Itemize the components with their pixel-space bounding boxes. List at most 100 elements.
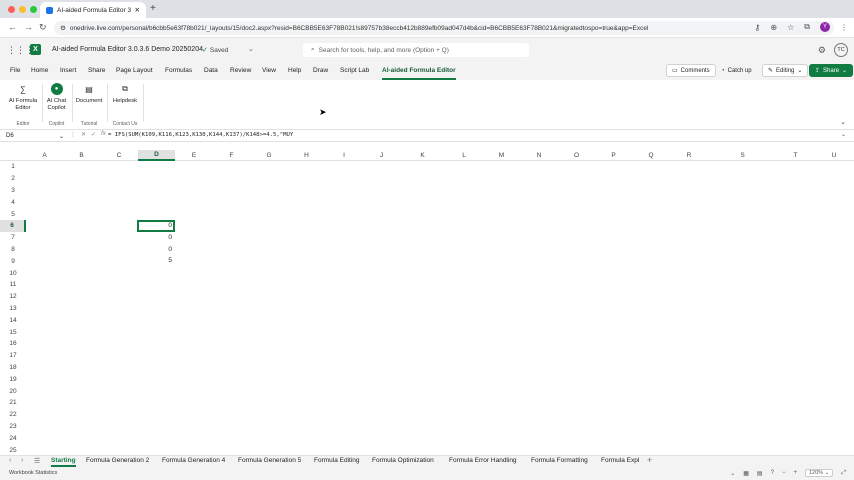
worksheet-grid[interactable] [26, 161, 854, 455]
reload-icon[interactable]: ↻ [39, 22, 47, 33]
formula-input[interactable]: = IFS(SUM(K109,K116,K123,K130,K144,K137)… [108, 132, 293, 138]
normal-view-icon[interactable]: ▦ [743, 470, 749, 477]
sheet-tab-formula-generation-5[interactable]: Formula Generation 5 [238, 457, 301, 467]
row-header-22[interactable]: 22 [0, 409, 26, 421]
column-header-b[interactable]: B [63, 150, 100, 161]
tab-view[interactable]: View [262, 67, 276, 74]
ai-formula-editor-button[interactable]: ∑ AI Formula Editor Editor [6, 83, 40, 128]
column-header-o[interactable]: O [558, 150, 595, 161]
sheet-tab-formula-generation-4[interactable]: Formula Generation 4 [162, 457, 225, 467]
tab-ai-aided-formula-editor[interactable]: AI-aided Formula Editor [382, 67, 456, 74]
tab-draw[interactable]: Draw [313, 67, 328, 74]
sheet-tab-formula-generation-2[interactable]: Formula Generation 2 [86, 457, 149, 467]
excel-logo-icon[interactable]: X [30, 44, 41, 55]
row-header-14[interactable]: 14 [0, 314, 26, 326]
workbook-statistics[interactable]: Workbook Statistics [9, 470, 57, 476]
back-icon[interactable]: ← [8, 22, 17, 32]
tab-script-lab[interactable]: Script Lab [340, 67, 369, 74]
fullscreen-icon[interactable]: ⤢ [841, 470, 846, 477]
row-header-15[interactable]: 15 [0, 326, 26, 338]
column-header-l[interactable]: L [445, 150, 483, 161]
close-tab-icon[interactable]: ✕ [135, 6, 140, 14]
address-bar[interactable]: ⚙ onedrive.live.com/personal/b6cbb5e63f7… [54, 21, 834, 35]
ai-chat-copilot-button[interactable]: ● AI Chat Copilot Copilot [44, 83, 69, 127]
forward-icon[interactable]: → [24, 22, 33, 32]
column-header-n[interactable]: N [520, 150, 558, 161]
tab-formulas[interactable]: Formulas [165, 67, 192, 74]
column-header-f[interactable]: F [213, 150, 250, 161]
browser-tab[interactable]: AI-aided Formula Editor 3.0.3... ✕ [40, 2, 146, 18]
previous-sheet-icon[interactable]: ‹ [9, 457, 11, 464]
column-header-d[interactable]: D [138, 150, 175, 161]
new-tab-button[interactable]: + [150, 3, 156, 14]
row-header-12[interactable]: 12 [0, 291, 26, 303]
row-header-10[interactable]: 10 [0, 267, 26, 279]
row-header-17[interactable]: 17 [0, 350, 26, 362]
column-header-u[interactable]: U [814, 150, 854, 161]
row-header-11[interactable]: 11 [0, 279, 26, 291]
active-cell[interactable] [137, 220, 175, 232]
gear-icon[interactable]: ⚙ [818, 45, 826, 56]
zoom-icon[interactable]: ⊕ [770, 23, 777, 32]
close-window-button[interactable] [8, 6, 15, 13]
sheet-tab-formula-editing[interactable]: Formula Editing [314, 457, 360, 467]
column-header-q[interactable]: Q [632, 150, 670, 161]
row-header-5[interactable]: 5 [0, 208, 26, 220]
zoom-level[interactable]: 120% ⌄ [804, 469, 834, 477]
bookmark-star-icon[interactable]: ☆ [787, 23, 794, 32]
column-header-c[interactable]: C [100, 150, 138, 161]
row-header-23[interactable]: 23 [0, 421, 26, 433]
zoom-in-icon[interactable]: + [793, 470, 797, 476]
row-header-6[interactable]: 6 [0, 220, 26, 232]
sheet-tab-formula-formatting[interactable]: Formula Formatting [531, 457, 588, 467]
row-header-19[interactable]: 19 [0, 373, 26, 385]
column-header-t[interactable]: T [777, 150, 814, 161]
chevron-down-icon[interactable]: ⌄ [840, 118, 846, 126]
cell-d9[interactable]: 5 [138, 255, 175, 267]
sheet-tab-starting[interactable]: Starting [51, 457, 76, 467]
row-header-3[interactable]: 3 [0, 185, 26, 197]
cell-d7[interactable]: 0 [138, 232, 175, 244]
chevron-down-icon[interactable]: ⌄ [730, 470, 735, 477]
document-title[interactable]: AI-aided Formula Editor 3.0.3.6 Demo 202… [52, 46, 203, 53]
row-header-13[interactable]: 13 [0, 303, 26, 315]
zoom-out-icon[interactable]: − [782, 470, 786, 476]
row-header-24[interactable]: 24 [0, 432, 26, 444]
chevron-down-icon[interactable]: ⌄ [248, 45, 254, 53]
maximize-window-button[interactable] [30, 6, 37, 13]
saved-status[interactable]: ✓ Saved [202, 46, 228, 55]
column-header-a[interactable]: A [26, 150, 63, 161]
chevron-down-icon[interactable]: ⌄ [841, 131, 846, 138]
column-header-e[interactable]: E [175, 150, 213, 161]
profile-avatar[interactable]: Y [820, 22, 830, 32]
comments-button[interactable]: ▭ Comments [666, 64, 716, 77]
insert-function-icon[interactable]: fx [101, 131, 106, 138]
column-header-s[interactable]: S [708, 150, 777, 161]
sheet-tab-formula-optimization[interactable]: Formula Optimization [372, 457, 434, 467]
more-icon[interactable]: ⋮ [70, 131, 76, 138]
sheet-tab-formula-error-handling[interactable]: Formula Error Handling [449, 457, 517, 467]
column-header-p[interactable]: P [595, 150, 632, 161]
row-header-18[interactable]: 18 [0, 362, 26, 374]
next-sheet-icon[interactable]: › [21, 457, 23, 464]
column-header-r[interactable]: R [670, 150, 708, 161]
enter-icon[interactable]: ✓ [91, 131, 96, 138]
tab-home[interactable]: Home [31, 67, 48, 74]
add-sheet-button[interactable]: + [647, 455, 652, 465]
search-input[interactable]: ⌕ Search for tools, help, and more (Opti… [303, 43, 529, 57]
editing-mode-button[interactable]: ✎ Editing ⌄ [762, 64, 809, 77]
helpdesk-button[interactable]: ⧉ Helpdesk Contact Us [109, 83, 141, 127]
row-header-9[interactable]: 9 [0, 255, 26, 267]
tab-page-layout[interactable]: Page Layout [116, 67, 153, 74]
cancel-icon[interactable]: ✕ [81, 131, 86, 138]
minimize-window-button[interactable] [19, 6, 26, 13]
user-avatar[interactable]: TC [834, 43, 848, 57]
sheet-tab-formula-explanation[interactable]: Formula Expl [601, 457, 641, 467]
tab-review[interactable]: Review [230, 67, 251, 74]
tab-help[interactable]: Help [288, 67, 301, 74]
tab-data[interactable]: Data [204, 67, 218, 74]
row-header-4[interactable]: 4 [0, 196, 26, 208]
column-header-h[interactable]: H [288, 150, 325, 161]
page-break-view-icon[interactable]: ▤ [757, 470, 763, 477]
share-button[interactable]: ⇪ Share ⌄ [809, 64, 854, 77]
